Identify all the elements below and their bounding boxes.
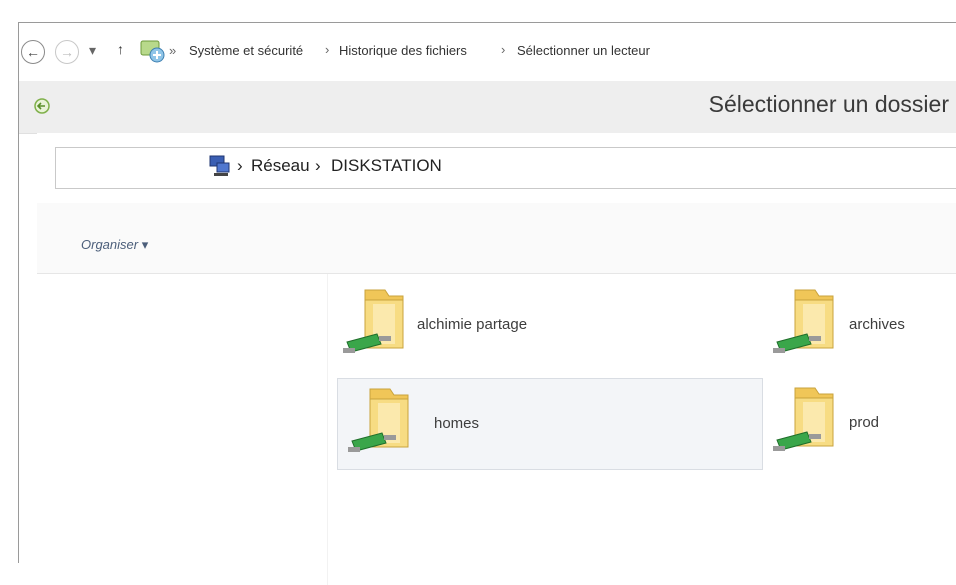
explorer-window: ← → ▾ ↑ » Système et sécurité › Historiq… (18, 22, 956, 585)
dialog-toolbar: Organiser ▾ (37, 203, 956, 274)
folder-name: archives (849, 316, 905, 333)
dialog-title-bar: Sélectionner un dossier (19, 81, 956, 134)
network-folder-icon (348, 388, 409, 452)
folder-name: prod (849, 414, 880, 431)
outer-recent-dropdown[interactable]: ▾ (89, 42, 96, 59)
navigation-pane-divider (327, 274, 328, 585)
outer-crumb-separator: › (501, 42, 506, 57)
forward-arrow-icon: → (60, 44, 74, 60)
outer-forward-button[interactable]: → (55, 40, 79, 64)
network-folder-icon (773, 289, 834, 353)
dialog-crumb-separator: › (237, 156, 243, 175)
back-green-icon (34, 98, 50, 114)
dialog-crumb-separator: › (315, 156, 321, 175)
outer-breadcrumb-overflow[interactable]: » (169, 43, 176, 58)
folder-item-archives[interactable]: archives (763, 280, 956, 368)
folder-name: homes (434, 415, 480, 432)
network-folder-icon (773, 387, 834, 451)
dialog-title: Sélectionner un dossier (708, 91, 949, 117)
folder-name: alchimie partage (417, 316, 528, 333)
folder-content-pane: alchimie partage archives homes prod (37, 274, 956, 585)
dialog-address-area: ← → ▾ ↑ › Réseau › DISKSTATION (37, 133, 956, 203)
outer-crumb-system-security[interactable]: Système et sécurité (189, 43, 303, 58)
organize-button[interactable]: Organiser ▾ (81, 237, 148, 253)
outer-crumb-file-history[interactable]: Historique des fichiers (339, 43, 467, 58)
outer-up-button[interactable]: ↑ (117, 41, 124, 57)
dialog-crumb-diskstation[interactable]: DISKSTATION (331, 156, 442, 176)
folder-item-alchimie-partage[interactable]: alchimie partage (333, 280, 569, 368)
folder-item-prod[interactable]: prod (763, 378, 956, 466)
dialog-address-bar[interactable] (55, 147, 956, 189)
outer-crumb-separator: › (325, 42, 330, 57)
outer-crumb-select-drive[interactable]: Sélectionner un lecteur (517, 43, 650, 58)
dialog-crumb-network[interactable]: Réseau (251, 156, 310, 176)
network-icon (209, 155, 230, 176)
back-arrow-icon: ← (26, 44, 40, 60)
folder-item-homes[interactable]: homes (337, 378, 763, 470)
control-panel-icon (140, 40, 165, 63)
network-folder-icon (343, 289, 404, 353)
outer-back-button[interactable]: ← (21, 40, 45, 64)
outer-address-bar: ← → ▾ ↑ » Système et sécurité › Historiq… (19, 23, 956, 81)
